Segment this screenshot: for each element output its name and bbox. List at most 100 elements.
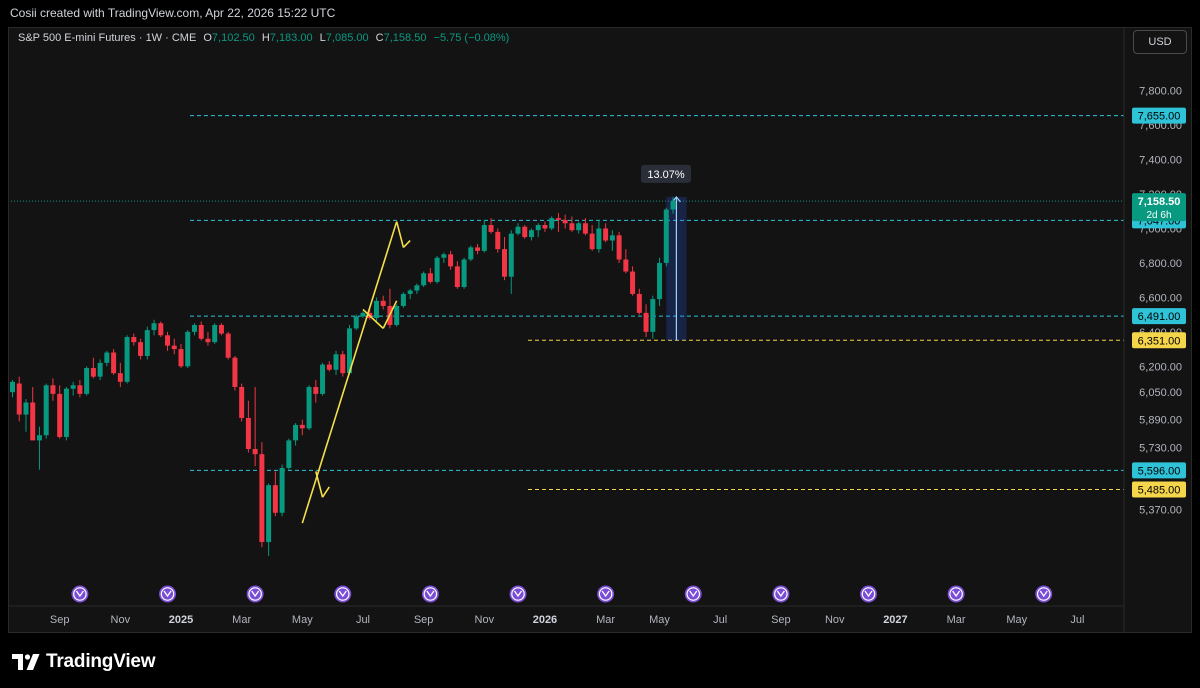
candle-body — [198, 324, 204, 339]
level-label-text: 6,351.00 — [1138, 335, 1181, 347]
event-marker-icon[interactable] — [772, 585, 790, 603]
candle-body — [576, 223, 582, 231]
candle — [522, 225, 528, 239]
measure-label: 13.07% — [641, 164, 691, 183]
change-value: −5.75 (−0.08%) — [433, 32, 510, 44]
event-marker-icon[interactable] — [947, 585, 965, 603]
candle — [70, 381, 76, 396]
candle-body — [23, 402, 29, 415]
candle — [340, 350, 346, 377]
candle-body — [596, 228, 602, 250]
event-marker-icon[interactable] — [71, 585, 89, 603]
price-labels-layer: 7,655.007,047.006,491.005,596.006,351.00… — [641, 107, 1186, 498]
last-price-text: 7,158.50 — [1138, 196, 1181, 208]
tradingview-logo[interactable]: TradingView — [12, 651, 156, 673]
candle — [609, 230, 615, 251]
candle — [623, 249, 629, 274]
trendline — [402, 239, 411, 248]
candle-body — [528, 230, 534, 238]
candle-body — [421, 273, 427, 286]
level-price-label: 7,655.00 — [1132, 107, 1186, 124]
candle — [630, 266, 636, 296]
candle — [97, 359, 103, 381]
level-price-label: 5,485.00 — [1132, 481, 1186, 498]
event-marker-icon[interactable] — [1035, 585, 1053, 603]
candle-body — [232, 357, 238, 387]
candle-body — [555, 218, 561, 220]
level-price-label: 5,596.00 — [1132, 462, 1186, 479]
candle — [63, 386, 69, 441]
x-tick-label: 2026 — [533, 614, 557, 626]
candle-body — [407, 290, 413, 294]
close-label: C — [375, 32, 384, 44]
candle — [555, 212, 561, 232]
event-marker-icon[interactable] — [859, 585, 877, 603]
candle-body — [245, 417, 251, 450]
candle-body — [616, 235, 622, 260]
candle-body — [225, 333, 231, 358]
candle — [434, 256, 440, 284]
candle-body — [542, 225, 548, 229]
candle — [171, 338, 177, 355]
candle-body — [266, 485, 272, 543]
candle — [549, 216, 555, 231]
candle-body — [63, 388, 69, 437]
candle-body — [657, 262, 663, 300]
candle — [212, 323, 218, 344]
candle-body — [239, 386, 245, 418]
candle — [77, 380, 83, 398]
candle-body — [569, 223, 575, 231]
candle — [124, 335, 130, 384]
candle-body — [36, 435, 42, 441]
candle-body — [84, 368, 90, 394]
price-chart[interactable]: 7,800.007,600.007,400.007,200.007,000.00… — [0, 0, 1200, 688]
candle — [198, 321, 204, 341]
measure-label-text: 13.07% — [647, 169, 685, 181]
candle-body — [353, 316, 359, 329]
x-tick-label: Mar — [947, 614, 966, 626]
y-tick-label: 6,600.00 — [1139, 292, 1182, 304]
candle — [387, 288, 393, 329]
candle-body — [70, 385, 76, 389]
trendline — [301, 221, 398, 524]
y-tick-label: 6,800.00 — [1139, 258, 1182, 270]
x-tick-label: Jul — [356, 614, 370, 626]
candle-body — [400, 293, 406, 306]
event-marker-icon[interactable] — [159, 585, 177, 603]
event-marker-icon[interactable] — [684, 585, 702, 603]
candle-body — [340, 354, 346, 374]
candle-body — [320, 364, 326, 394]
tradingview-logo-text: TradingView — [46, 651, 156, 672]
chart-window: Cosii created with TradingView.com, Apr … — [0, 0, 1200, 688]
candle — [293, 423, 299, 446]
currency-button[interactable]: USD — [1133, 30, 1187, 54]
candle — [30, 386, 36, 441]
event-marker-icon[interactable] — [421, 585, 439, 603]
candle — [205, 331, 211, 346]
event-markers-layer — [71, 585, 1053, 603]
candle — [441, 252, 447, 263]
candle-body — [468, 247, 474, 260]
candle — [286, 438, 292, 470]
event-marker-icon[interactable] — [334, 585, 352, 603]
candle — [528, 228, 534, 241]
level-label-text: 5,596.00 — [1138, 465, 1181, 477]
candle-body — [643, 312, 649, 332]
candle — [380, 295, 386, 310]
candle — [427, 268, 433, 284]
candle-body — [427, 273, 433, 282]
countdown-text: 2d 6h — [1146, 210, 1171, 221]
event-marker-icon[interactable] — [509, 585, 527, 603]
candle-body — [185, 331, 191, 367]
x-tick-label: Jul — [1070, 614, 1084, 626]
event-marker-icon[interactable] — [597, 585, 615, 603]
candle — [178, 343, 184, 369]
candle-body — [57, 393, 63, 437]
event-marker-icon[interactable] — [246, 585, 264, 603]
level-label-text: 5,485.00 — [1138, 484, 1181, 496]
candle — [117, 362, 123, 387]
x-tick-label: 2025 — [169, 614, 193, 626]
candle — [138, 338, 144, 360]
y-tick-label: 5,890.00 — [1139, 415, 1182, 427]
y-tick-label: 5,370.00 — [1139, 504, 1182, 516]
